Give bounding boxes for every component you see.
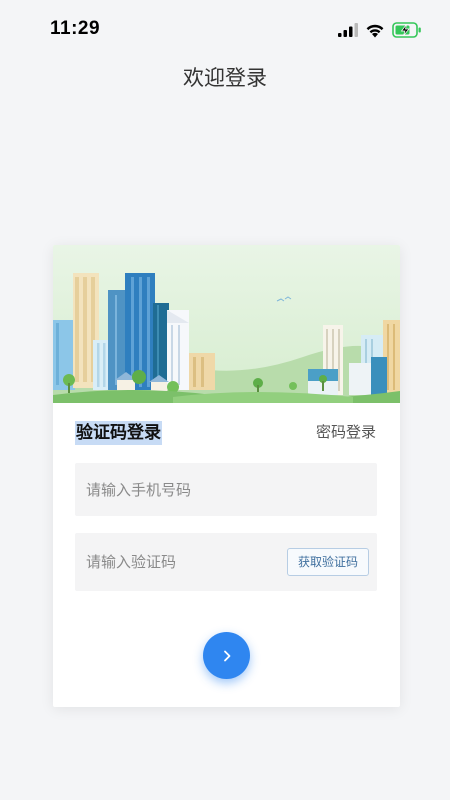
submit-button[interactable] <box>203 632 250 679</box>
login-card: 验证码登录 密码登录 获取验证码 <box>53 245 400 707</box>
status-bar: 11:29 <box>0 0 450 58</box>
page-title: 欢迎登录 <box>183 66 267 90</box>
tab-sms-login[interactable]: 验证码登录 <box>75 421 162 445</box>
get-code-button[interactable]: 获取验证码 <box>287 548 369 576</box>
battery-charging-icon <box>392 22 421 38</box>
status-time: 11:29 <box>50 18 101 39</box>
phone-field <box>75 463 377 516</box>
tab-password-login[interactable]: 密码登录 <box>316 422 376 442</box>
wifi-icon <box>366 24 384 37</box>
city-illustration <box>53 245 400 403</box>
verification-code-input[interactable] <box>86 533 276 591</box>
phone-input[interactable] <box>86 463 356 516</box>
chevron-right-icon <box>223 650 230 661</box>
signal-icon <box>338 23 358 37</box>
status-icons <box>338 20 422 40</box>
code-field: 获取验证码 <box>75 533 377 591</box>
